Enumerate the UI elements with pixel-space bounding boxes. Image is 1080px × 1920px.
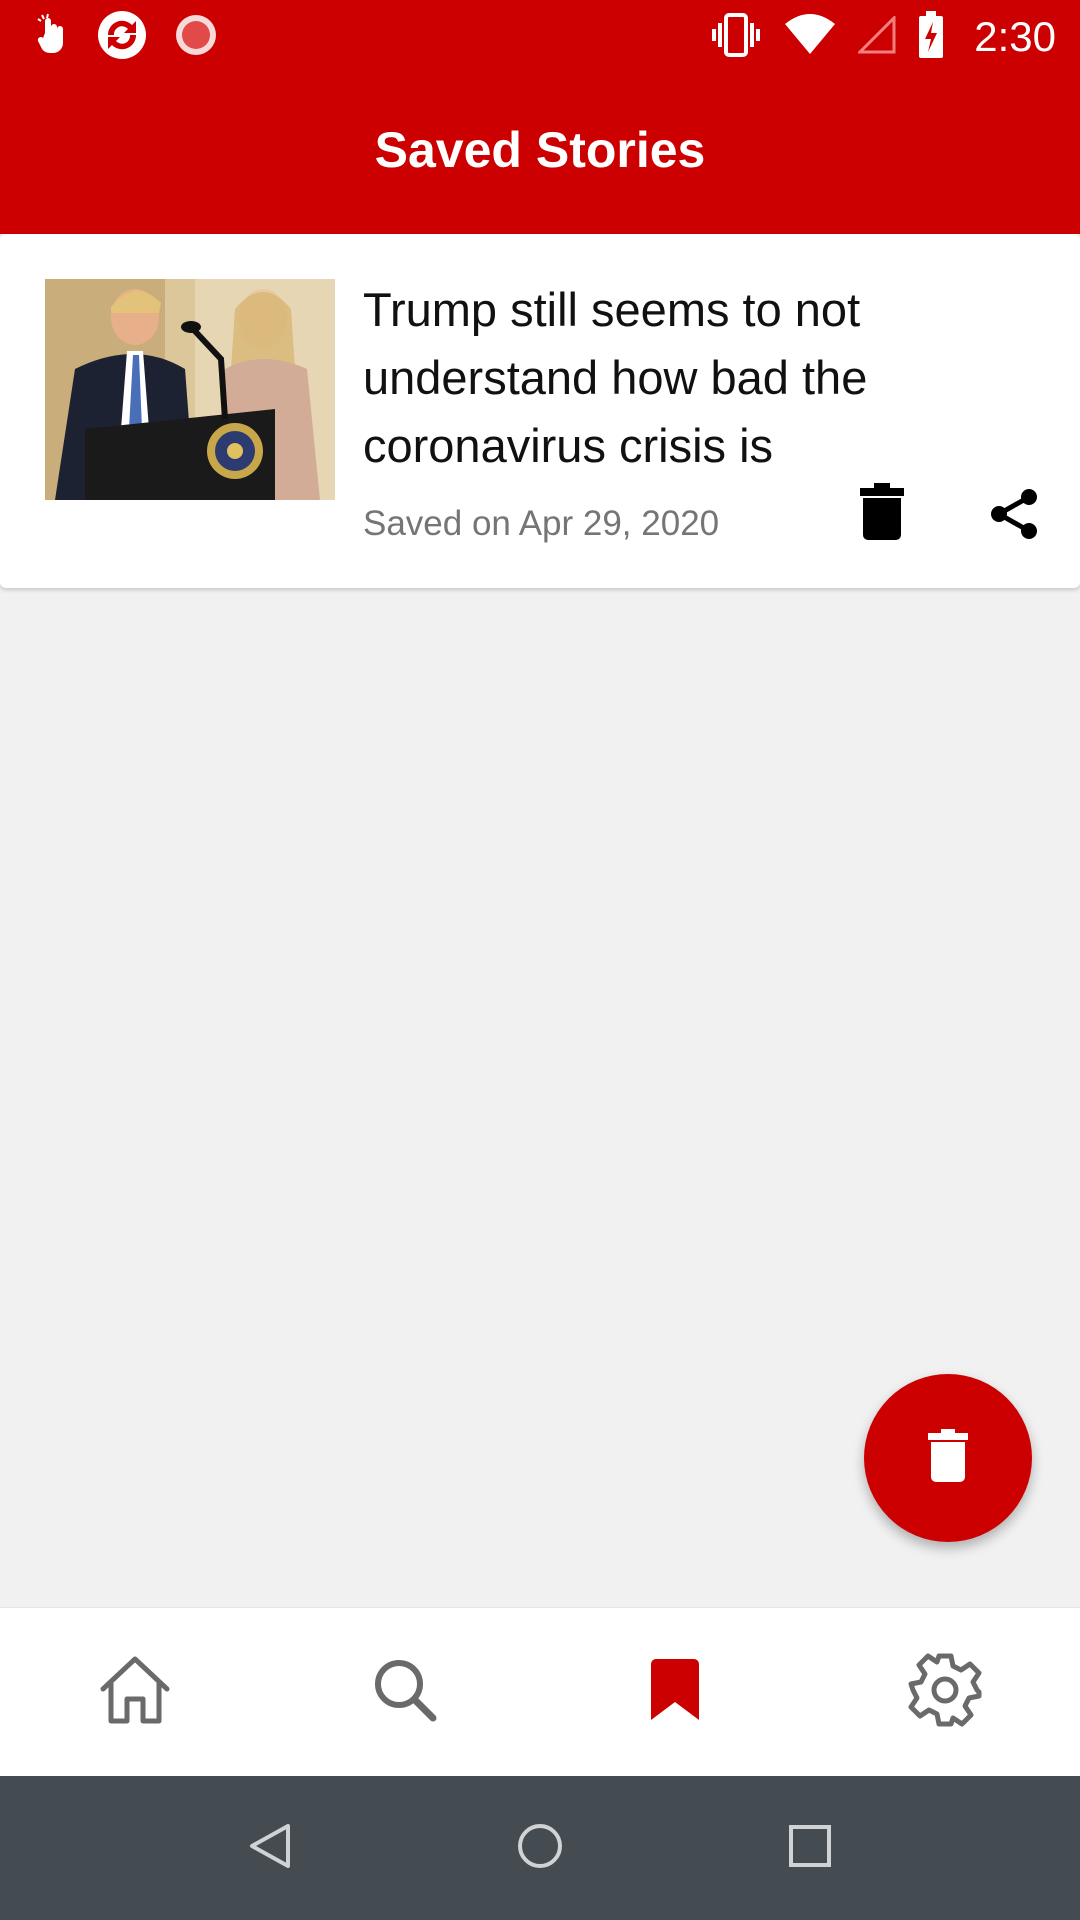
page-title: Saved Stories [374,121,706,178]
system-recents-button[interactable] [740,1776,880,1920]
back-icon [248,1822,292,1875]
share-story-button[interactable] [984,484,1044,548]
bookmark-icon [649,1658,701,1727]
wifi-icon [784,13,836,61]
app-bar: Saved Stories [0,73,1080,234]
story-thumbnail[interactable] [45,279,335,500]
status-left-icons [36,10,218,62]
home-icon [98,1655,172,1730]
saved-date: Saved on Apr 29, 2020 [363,504,720,543]
battery-charging-icon [918,10,944,64]
delete-all-fab[interactable] [864,1374,1032,1542]
nav-item-search[interactable] [270,1608,540,1776]
system-back-button[interactable] [200,1776,340,1920]
recents-icon [788,1824,832,1873]
story-card[interactable]: Trump still seems to not understand how … [0,234,1080,588]
system-nav-bar [0,1776,1080,1920]
search-icon [372,1657,438,1728]
settings-icon [907,1652,983,1733]
trash-icon [928,1428,968,1488]
nav-item-saved[interactable] [540,1608,810,1776]
vibrate-icon [710,12,762,62]
story-headline[interactable]: Trump still seems to not understand how … [363,276,983,480]
nav-item-settings[interactable] [810,1608,1080,1776]
bottom-nav [0,1607,1080,1776]
system-home-button[interactable] [470,1776,610,1920]
trash-icon [860,482,904,546]
status-right-icons: 2:30 [710,10,1056,64]
hand-notification-icon [36,13,70,62]
status-bar: 2:30 [0,0,1080,73]
home-circle-icon [516,1822,564,1875]
share-icon [989,488,1039,545]
sync-app-icon [96,9,148,66]
record-icon [174,13,218,62]
nav-item-home[interactable] [0,1608,270,1776]
status-time: 2:30 [974,13,1056,60]
signal-icon [856,13,896,59]
delete-story-button[interactable] [852,482,912,546]
